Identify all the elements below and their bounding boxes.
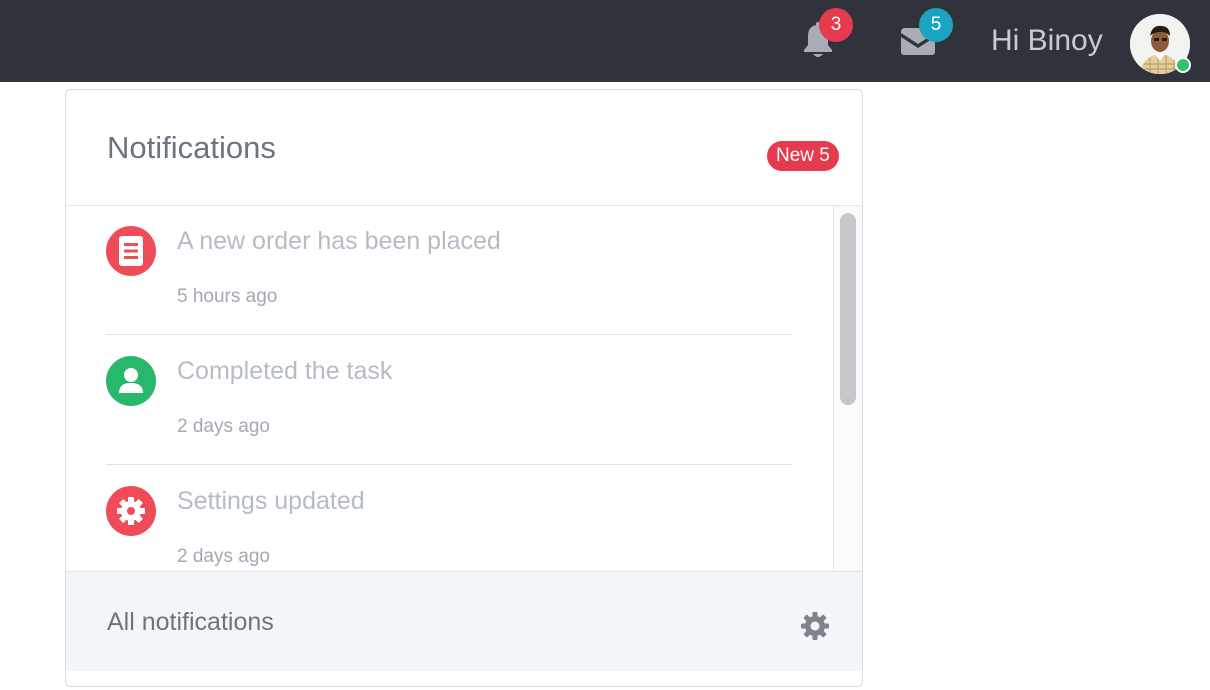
notification-time: 2 days ago (177, 416, 270, 437)
notification-time: 2 days ago (177, 546, 270, 567)
notification-item[interactable]: Completed the task 2 days ago (106, 336, 792, 466)
notification-time: 5 hours ago (177, 286, 278, 307)
notification-item[interactable]: Settings updated 2 days ago (106, 466, 792, 571)
gear-icon (106, 486, 156, 536)
notification-title: Settings updated (177, 487, 365, 515)
panel-header: Notifications New 5 (66, 90, 862, 206)
all-notifications-link[interactable]: All notifications (107, 606, 274, 638)
document-icon (106, 226, 156, 276)
messages-count-badge: 5 (919, 8, 953, 42)
notification-list[interactable]: A new order has been placed 5 hours ago … (66, 206, 834, 571)
divider (106, 464, 792, 465)
notifications-count-badge: 3 (819, 8, 853, 42)
panel-footer: All notifications (66, 571, 862, 671)
new-count-badge: New 5 (767, 141, 839, 171)
scrollbar-thumb[interactable] (840, 213, 856, 405)
panel-title: Notifications (107, 130, 276, 165)
notifications-dropdown: Notifications New 5 A new order has been… (65, 89, 863, 687)
gear-icon[interactable] (800, 611, 830, 641)
top-navbar: 3 5 Hi Binoy (0, 0, 1210, 82)
divider (106, 334, 792, 335)
notification-title: A new order has been placed (177, 227, 501, 255)
user-icon (106, 356, 156, 406)
notification-title: Completed the task (177, 357, 393, 385)
notification-item[interactable]: A new order has been placed 5 hours ago (106, 206, 792, 336)
online-status-dot (1175, 57, 1191, 73)
user-greeting: Hi Binoy (991, 24, 1103, 57)
